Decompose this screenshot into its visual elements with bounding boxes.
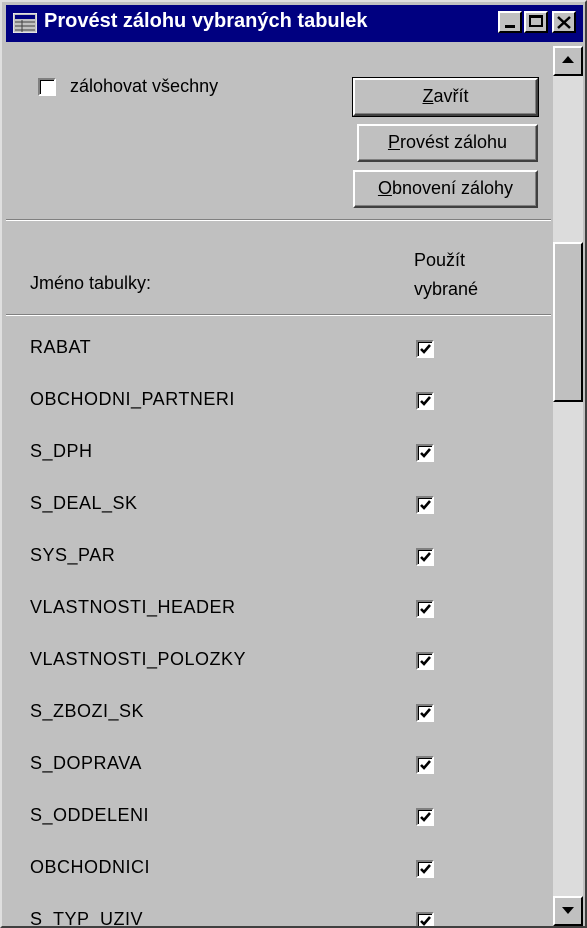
table-name-column-header: Jméno tabulky: — [30, 273, 152, 293]
table-row: S_ODDELENI — [6, 790, 551, 842]
use-selected-checkbox[interactable] — [416, 912, 434, 926]
minimize-button[interactable] — [498, 11, 522, 33]
table-row: OBCHODNICI — [6, 842, 551, 894]
table-name: S_ODDELENI — [30, 805, 150, 825]
table-row: S_TYP_UZIV — [6, 894, 551, 926]
use-selected-checkbox[interactable] — [416, 340, 434, 358]
use-selected-checkbox[interactable] — [416, 704, 434, 722]
arrow-down-icon — [562, 907, 574, 914]
separator — [6, 219, 551, 221]
table-name: S_TYP_UZIV — [30, 909, 144, 926]
close-icon — [557, 16, 571, 29]
checkmark-icon — [420, 656, 431, 666]
checkmark-icon — [420, 500, 431, 510]
table-row: S_ZBOZI_SK — [6, 686, 551, 738]
window-title: Provést zálohu vybraných tabulek — [44, 10, 368, 32]
scroll-thumb[interactable] — [553, 242, 583, 402]
table-row: S_DEAL_SK — [6, 478, 551, 530]
backup-dialog-window: Provést zálohu vybraných tabulek zálohov… — [0, 0, 587, 928]
checkmark-icon — [420, 864, 431, 874]
use-selected-checkbox[interactable] — [416, 496, 434, 514]
table-name: S_DPH — [30, 441, 93, 461]
use-selected-checkbox[interactable] — [416, 392, 434, 410]
minimize-icon — [505, 25, 515, 28]
table-row: RABAT — [6, 322, 551, 374]
use-selected-checkbox[interactable] — [416, 444, 434, 462]
close-button[interactable]: Zavřít — [352, 77, 539, 117]
checkmark-icon — [420, 552, 431, 562]
use-selected-checkbox[interactable] — [416, 808, 434, 826]
table-row: VLASTNOSTI_HEADER — [6, 582, 551, 634]
maximize-icon — [529, 15, 543, 27]
select-all-checkbox[interactable] — [38, 77, 56, 96]
checkmark-icon — [420, 812, 431, 822]
table-row: S_DPH — [6, 426, 551, 478]
select-all-checkbox-row[interactable]: zálohovat všechny — [38, 76, 218, 97]
checkmark-icon — [420, 448, 431, 458]
use-selected-checkbox[interactable] — [416, 600, 434, 618]
table-name: RABAT — [30, 337, 92, 357]
use-selected-checkbox[interactable] — [416, 860, 434, 878]
backup-button[interactable]: Provést zálohu — [357, 124, 538, 162]
header-separator — [6, 314, 551, 316]
table-name: OBCHODNI_PARTNERI — [30, 389, 235, 409]
maximize-button[interactable] — [524, 11, 548, 33]
checkmark-icon — [420, 344, 431, 354]
restore-backup-button[interactable]: Obnovení zálohy — [353, 170, 538, 208]
checkmark-icon — [420, 604, 431, 614]
vertical-scrollbar[interactable] — [553, 46, 583, 926]
close-window-button[interactable] — [552, 11, 576, 33]
use-selected-checkbox[interactable] — [416, 652, 434, 670]
dialog-content: zálohovat všechny Zavřít Provést zálohu … — [6, 46, 551, 926]
title-bar[interactable]: Provést zálohu vybraných tabulek — [6, 5, 583, 42]
scroll-up-button[interactable] — [553, 46, 583, 76]
use-selected-column-header: Použít vybrané — [414, 250, 479, 299]
table-row: OBCHODNI_PARTNERI — [6, 374, 551, 426]
arrow-up-icon — [562, 56, 574, 63]
checkmark-icon — [420, 708, 431, 718]
table-name: S_DOPRAVA — [30, 753, 142, 773]
table-row: VLASTNOSTI_POLOZKY — [6, 634, 551, 686]
scroll-down-button[interactable] — [553, 896, 583, 926]
use-selected-checkbox[interactable] — [416, 756, 434, 774]
table-name: VLASTNOSTI_HEADER — [30, 597, 236, 617]
table-name: S_ZBOZI_SK — [30, 701, 145, 721]
checkmark-icon — [420, 396, 431, 406]
checkmark-icon — [420, 760, 431, 770]
table-row: S_DOPRAVA — [6, 738, 551, 790]
table-app-icon — [13, 13, 37, 33]
table-name: VLASTNOSTI_POLOZKY — [30, 649, 247, 669]
select-all-label: zálohovat všechny — [70, 76, 219, 96]
table-row: SYS_PAR — [6, 530, 551, 582]
table-name: OBCHODNICI — [30, 857, 151, 877]
table-name: S_DEAL_SK — [30, 493, 138, 513]
use-selected-checkbox[interactable] — [416, 548, 434, 566]
table-name: SYS_PAR — [30, 545, 116, 565]
checkmark-icon — [420, 916, 431, 926]
